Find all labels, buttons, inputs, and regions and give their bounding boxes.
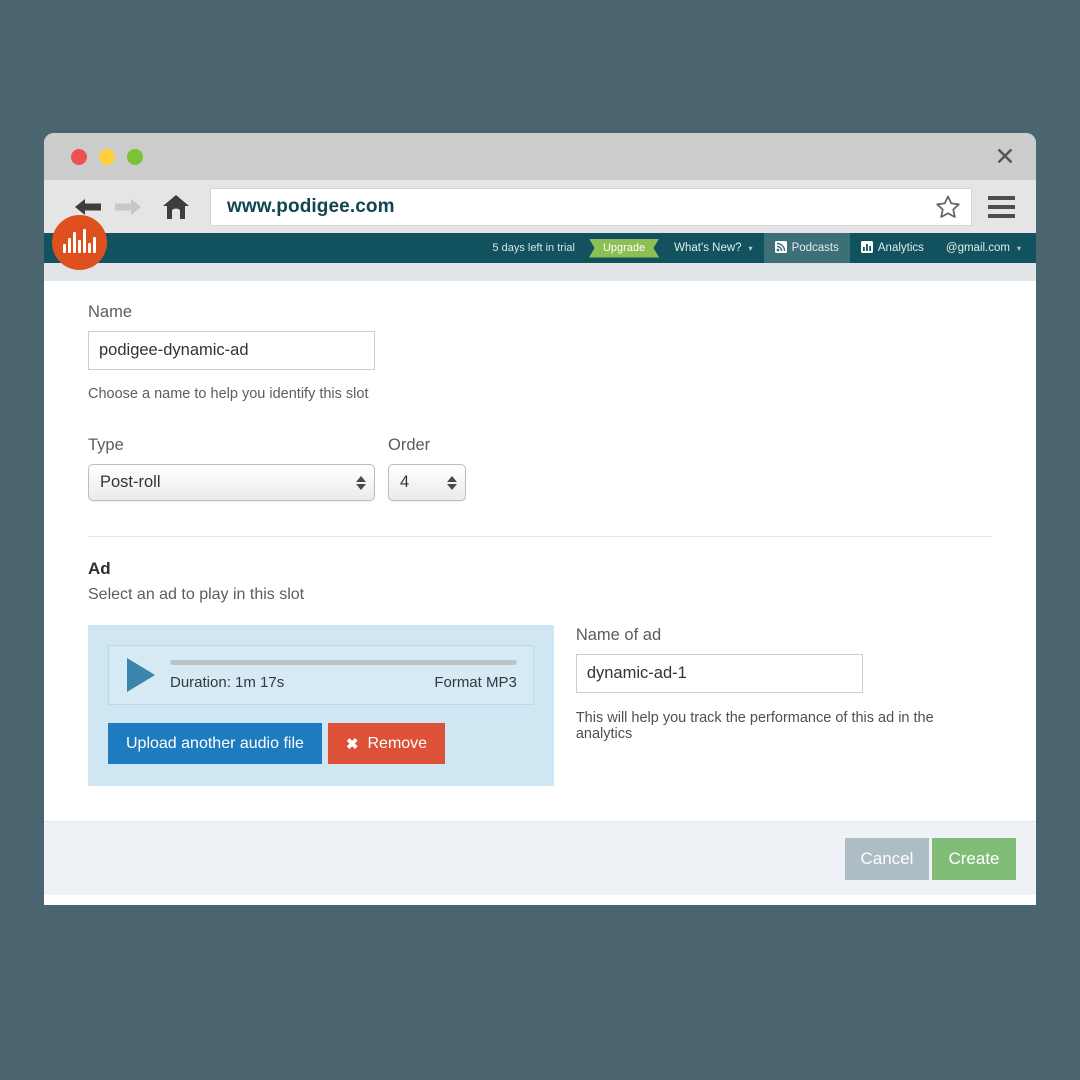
name-help-text: Choose a name to help you identify this … (88, 386, 369, 402)
audio-duration: Duration: 1m 17s (170, 673, 285, 691)
type-order-row: Type Post-roll Order 4 (88, 436, 992, 501)
close-window-button[interactable] (71, 149, 87, 165)
form-footer: Cancel Create (44, 821, 1036, 895)
name-input[interactable]: podigee-dynamic-ad (88, 331, 375, 370)
nav-substrip (44, 263, 1036, 281)
nav-item-whats-new[interactable]: What's New? ▾ (663, 233, 763, 263)
forward-arrow-icon[interactable] (108, 187, 148, 227)
audio-player[interactable]: Duration: 1m 17s Format MP3 (108, 645, 534, 705)
app-nav-right: 5 days left in trial Upgrade What's New?… (482, 233, 1032, 263)
ad-upload-panel: Duration: 1m 17s Format MP3 Upload anoth… (88, 625, 554, 786)
bar-chart-icon (860, 240, 873, 256)
name-label: Name (88, 303, 133, 321)
play-icon[interactable] (127, 658, 155, 692)
type-field-group: Type Post-roll (88, 436, 375, 501)
cancel-button[interactable]: Cancel (845, 837, 929, 880)
remove-label: Remove (367, 734, 428, 752)
ad-section-subtitle: Select an ad to play in this slot (88, 586, 305, 603)
close-icon: ✖ (345, 735, 359, 753)
url-text: www.podigee.com (227, 195, 395, 217)
url-bar[interactable]: www.podigee.com (210, 187, 972, 226)
nav-item-label: What's New? (674, 242, 742, 254)
browser-titlebar: ✕ (44, 133, 1036, 180)
minimize-window-button[interactable] (99, 149, 115, 165)
slot-form: Name podigee-dynamic-ad Choose a name to… (44, 281, 1036, 821)
nav-item-podcasts[interactable]: Podcasts (763, 233, 850, 263)
create-button[interactable]: Create (932, 837, 1016, 880)
chevron-down-icon: ▾ (748, 243, 753, 253)
close-icon[interactable]: ✕ (989, 141, 1021, 173)
nav-item-account[interactable]: @gmail.com ▾ (935, 233, 1032, 263)
upgrade-badge-wrap: Upgrade (585, 233, 663, 263)
podigee-app: 5 days left in trial Upgrade What's New?… (44, 215, 1036, 905)
type-select-value: Post-roll (100, 473, 161, 491)
podigee-logo[interactable] (52, 215, 107, 270)
upgrade-button[interactable]: Upgrade (588, 238, 660, 258)
name-field-group: Name podigee-dynamic-ad Choose a name to… (88, 303, 992, 402)
chevron-down-icon: ▾ (1016, 243, 1021, 253)
type-select[interactable]: Post-roll (88, 464, 375, 501)
trial-status: 5 days left in trial (492, 242, 575, 254)
ad-section-title: Ad (88, 559, 111, 578)
order-field-group: Order 4 (388, 436, 466, 501)
name-of-ad-input[interactable]: dynamic-ad-1 (575, 654, 863, 693)
audio-format: Format MP3 (434, 673, 517, 691)
maximize-window-button[interactable] (127, 149, 143, 165)
select-stepper-icon (356, 475, 366, 490)
ad-name-panel: Name of ad dynamic-ad-1 This will help y… (575, 625, 992, 786)
section-divider (88, 536, 992, 537)
order-stepper[interactable]: 4 (388, 464, 466, 501)
name-of-ad-label: Name of ad (575, 626, 662, 644)
upload-audio-button[interactable]: Upload another audio file (108, 723, 322, 764)
type-label: Type (88, 436, 124, 454)
player-body: Duration: 1m 17s Format MP3 (170, 659, 517, 691)
home-icon[interactable] (156, 187, 196, 227)
name-of-ad-note: This will help you track the performance… (575, 710, 934, 742)
window-traffic-lights (71, 149, 143, 165)
ad-button-row: Upload another audio file ✖ Remove (108, 723, 534, 764)
progress-track[interactable] (170, 659, 517, 665)
browser-toolbar: www.podigee.com (44, 180, 1036, 233)
remove-audio-button[interactable]: ✖ Remove (327, 723, 446, 764)
nav-item-analytics[interactable]: Analytics (850, 233, 935, 263)
nav-item-label: Analytics (877, 242, 924, 254)
stepper-icon (447, 475, 457, 490)
account-label: @gmail.com (945, 242, 1010, 254)
rss-icon (774, 240, 787, 256)
hamburger-menu-icon[interactable] (980, 188, 1022, 226)
player-meta: Duration: 1m 17s Format MP3 (170, 674, 517, 691)
browser-window: ✕ www.podigee.com 5 days left in trial U… (44, 133, 1036, 905)
order-label: Order (388, 436, 431, 454)
app-navbar: 5 days left in trial Upgrade What's New?… (44, 215, 1036, 270)
order-value: 4 (400, 473, 410, 491)
ad-row: Duration: 1m 17s Format MP3 Upload anoth… (88, 625, 992, 786)
nav-item-label: Podcasts (791, 242, 839, 254)
star-icon[interactable] (935, 194, 961, 220)
ad-section: Ad Select an ad to play in this slot Dur… (88, 559, 992, 786)
